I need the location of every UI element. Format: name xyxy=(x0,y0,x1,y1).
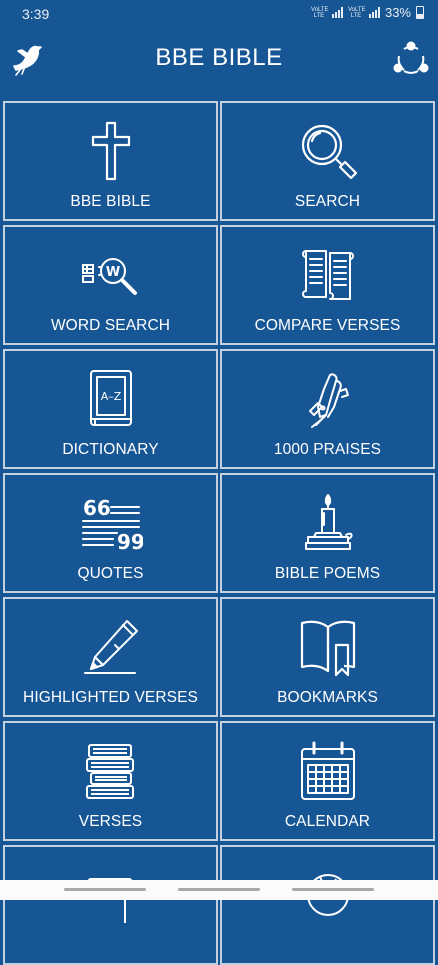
tile-label: CALENDAR xyxy=(222,813,433,831)
word-search-icon: W xyxy=(79,243,143,307)
svg-text:A–Z: A–Z xyxy=(100,390,121,403)
cross-icon xyxy=(79,119,143,183)
tile-scroll[interactable] xyxy=(3,845,218,965)
calendar-icon xyxy=(296,739,360,803)
tile-label: WORD SEARCH xyxy=(5,317,216,335)
tile-quotes[interactable]: 66 99 QUOTES xyxy=(3,473,218,593)
svg-text:99: 99 xyxy=(117,530,143,554)
share-icon[interactable] xyxy=(392,40,430,78)
candle-icon xyxy=(296,491,360,555)
tile-bookmarks[interactable]: BOOKMARKS xyxy=(220,597,435,717)
battery-icon xyxy=(416,6,424,19)
signal-icon-2 xyxy=(369,7,380,18)
nav-home-button[interactable] xyxy=(178,888,260,891)
tile-globe[interactable] xyxy=(220,845,435,965)
magnifier-icon xyxy=(296,119,360,183)
pencil-icon xyxy=(79,615,143,679)
tile-label: BOOKMARKS xyxy=(222,689,433,707)
tile-bible-poems[interactable]: BIBLE POEMS xyxy=(220,473,435,593)
tile-bbe-bible[interactable]: BBE BIBLE xyxy=(3,101,218,221)
tile-label: SEARCH xyxy=(222,193,433,211)
tile-label: BIBLE POEMS xyxy=(222,565,433,583)
app-header: BBE BIBLE xyxy=(0,28,438,92)
tile-label: DICTIONARY xyxy=(5,441,216,459)
book-stack-icon xyxy=(79,739,143,803)
tile-highlighted-verses[interactable]: HIGHLIGHTED VERSES xyxy=(3,597,218,717)
bookmark-book-icon xyxy=(296,615,360,679)
svg-text:66: 66 xyxy=(83,496,111,520)
tile-compare-verses[interactable]: COMPARE VERSES xyxy=(220,225,435,345)
scrolls-icon xyxy=(296,243,360,307)
tile-label: QUOTES xyxy=(5,565,216,583)
battery-percent: 33% xyxy=(385,5,411,20)
tile-label: COMPARE VERSES xyxy=(222,317,433,335)
tile-search[interactable]: SEARCH xyxy=(220,101,435,221)
status-bar: 3:39 VoLTE LTE VoLTE LTE 33% xyxy=(0,0,438,28)
tile-label: BBE BIBLE xyxy=(5,193,216,211)
nav-back-button[interactable] xyxy=(292,888,374,891)
signal-icon-1 xyxy=(332,7,343,18)
status-time: 3:39 xyxy=(22,6,49,22)
tile-label: HIGHLIGHTED VERSES xyxy=(5,689,216,707)
network-indicator-2: VoLTE LTE xyxy=(348,7,364,19)
tile-1000-praises[interactable]: 1000 PRAISES xyxy=(220,349,435,469)
tile-label: VERSES xyxy=(5,813,216,831)
tile-verses[interactable]: VERSES xyxy=(3,721,218,841)
quotes-icon: 66 99 xyxy=(79,491,143,555)
svg-text:W: W xyxy=(105,265,119,280)
praying-hands-icon xyxy=(296,367,360,431)
app-title: BBE BIBLE xyxy=(0,44,438,72)
tile-calendar[interactable]: CALENDAR xyxy=(220,721,435,841)
tile-label: 1000 PRAISES xyxy=(222,441,433,459)
dictionary-icon: A–Z xyxy=(79,367,143,431)
nav-recents-button[interactable] xyxy=(64,888,146,891)
network-indicator-1: VoLTE LTE xyxy=(311,7,327,19)
tile-dictionary[interactable]: A–Z DICTIONARY xyxy=(3,349,218,469)
system-nav-bar xyxy=(0,880,438,900)
tile-word-search[interactable]: W WORD SEARCH xyxy=(3,225,218,345)
